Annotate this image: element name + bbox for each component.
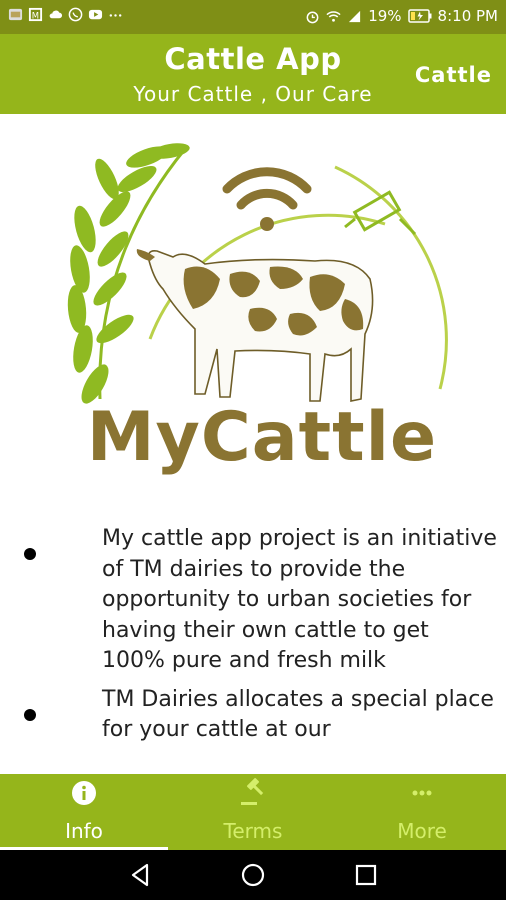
camera-icon	[344, 190, 417, 236]
bullet-text: My cattle app project is an initiative o…	[102, 526, 497, 673]
info-icon	[72, 781, 96, 805]
status-bar: M 19% 8:10 PM	[0, 0, 506, 34]
cow-illustration-icon	[136, 249, 374, 402]
svg-text:M: M	[32, 10, 39, 20]
gavel-icon	[241, 778, 264, 805]
more-dots-icon	[109, 14, 122, 17]
app-bar: Cattle App Your Cattle , Our Care Cattle	[0, 34, 506, 114]
whatsapp-icon	[68, 7, 83, 22]
status-right: 19% 8:10 PM	[305, 7, 498, 25]
main-content[interactable]: MyCattle My cattle app project is an ini…	[0, 114, 506, 774]
home-icon[interactable]	[240, 862, 266, 888]
bullet-text: TM Dairies allocates a special place for…	[102, 686, 494, 743]
recents-icon[interactable]	[353, 862, 379, 888]
gallery-icon	[8, 8, 23, 21]
image-icon: M	[28, 7, 43, 22]
nav-more-label: More	[397, 819, 447, 843]
bottom-navigation: Info Terms More	[0, 774, 506, 850]
bullet-dot-icon	[24, 548, 36, 560]
system-navigation-bar	[0, 850, 506, 900]
list-item: My cattle app project is an initiative o…	[0, 524, 506, 677]
brand-wordmark: MyCattle	[86, 398, 438, 477]
clock: 8:10 PM	[437, 7, 498, 25]
cattle-action-button[interactable]: Cattle	[415, 63, 492, 87]
nav-terms[interactable]: Terms	[169, 774, 337, 850]
nav-more[interactable]: More	[338, 774, 506, 850]
youtube-icon	[88, 9, 103, 20]
nav-info-label: Info	[65, 819, 103, 843]
battery-percent: 19%	[368, 7, 402, 25]
cloud-icon	[49, 10, 63, 19]
nav-terms-label: Terms	[223, 819, 283, 843]
alarm-icon	[306, 11, 319, 23]
battery-icon	[407, 9, 432, 23]
more-horizontal-icon	[412, 790, 432, 796]
wifi-symbol-icon	[222, 167, 312, 231]
list-item: TM Dairies allocates a special place for…	[0, 685, 506, 746]
bullet-dot-icon	[24, 708, 36, 721]
wifi-icon	[326, 10, 341, 22]
status-left-icons: M	[8, 7, 123, 22]
back-icon[interactable]	[128, 862, 154, 888]
nav-info[interactable]: Info	[0, 774, 168, 850]
info-bullet-list: My cattle app project is an initiative o…	[0, 524, 506, 754]
signal-icon	[349, 10, 361, 22]
